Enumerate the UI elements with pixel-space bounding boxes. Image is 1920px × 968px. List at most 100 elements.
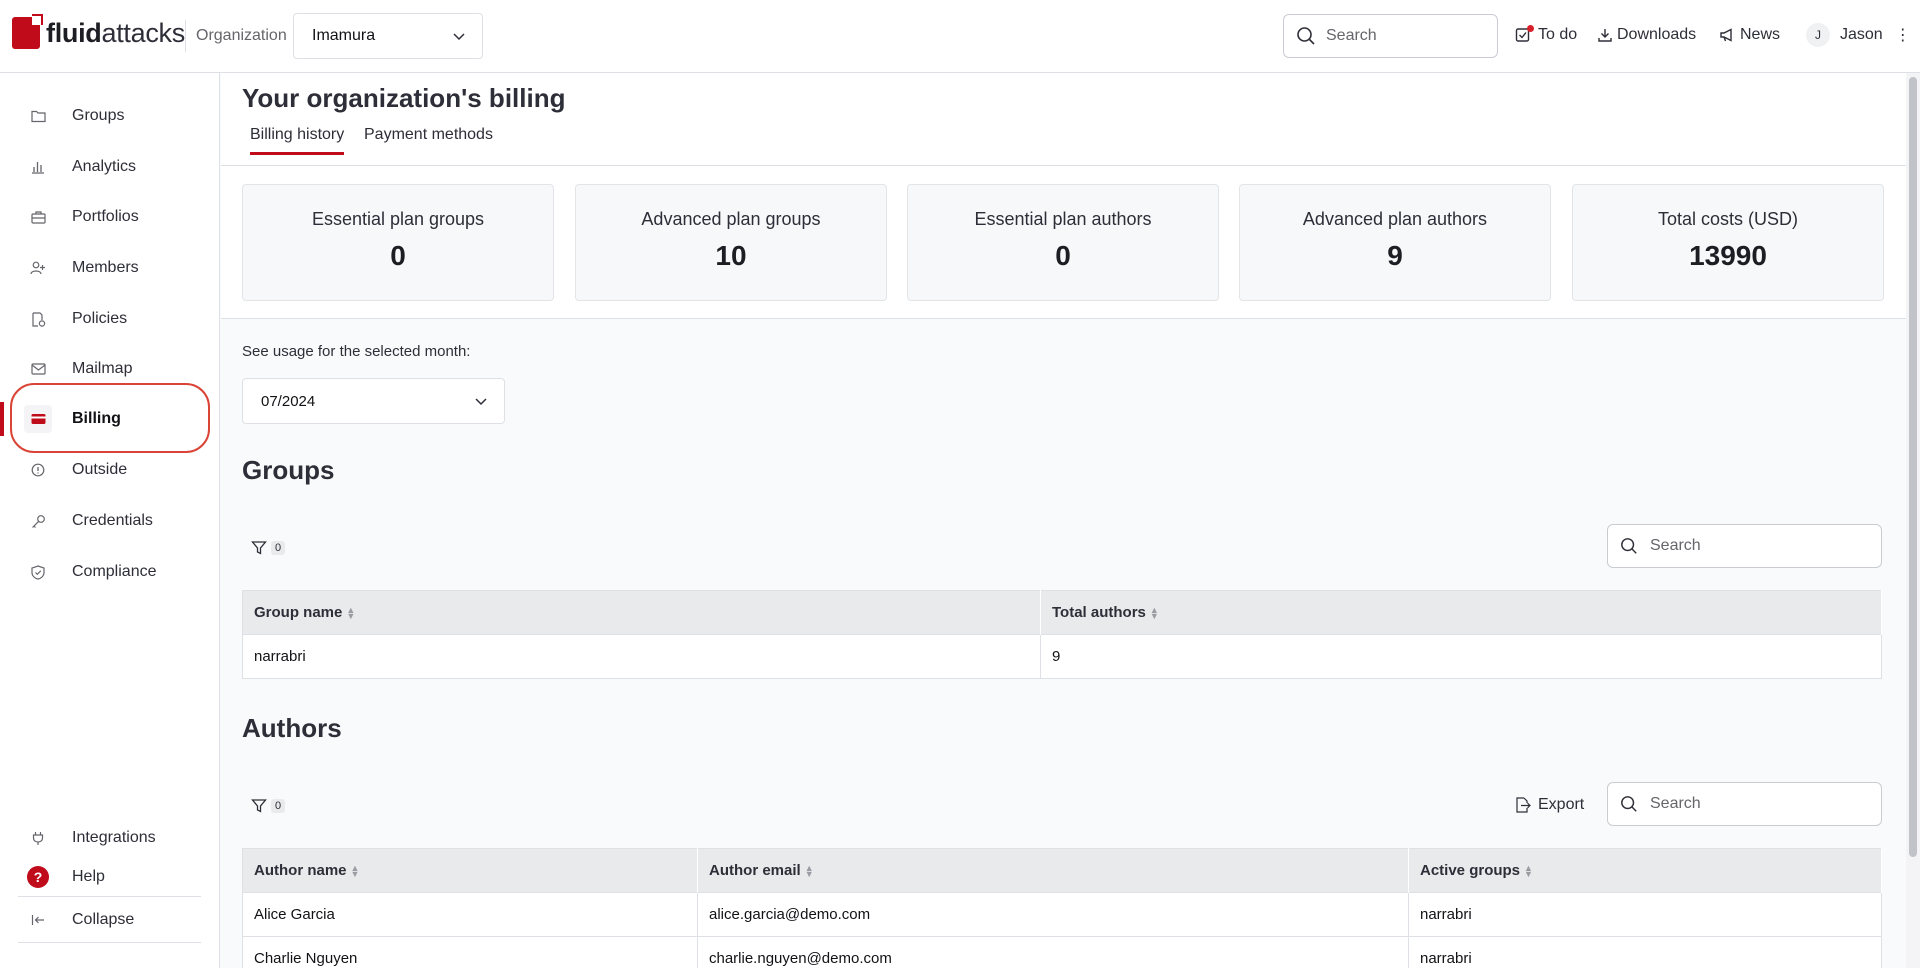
organization-select[interactable]: Imamura <box>293 13 483 59</box>
chevron-down-icon <box>453 33 465 41</box>
briefcase-icon <box>24 203 52 231</box>
sidebar-item-portfolios[interactable]: Portfolios <box>24 200 204 234</box>
info-icon <box>24 456 52 484</box>
top-bar: fluidattacks Organization Imamura Search… <box>0 0 1920 73</box>
usage-month-value: 07/2024 <box>261 392 316 410</box>
sidebar-item-mailmap[interactable]: Mailmap <box>24 352 204 386</box>
organization-label: Organization <box>196 27 287 44</box>
cell-author-name: Alice Garcia <box>242 892 698 937</box>
stat-label: Total costs (USD) <box>1657 209 1799 229</box>
main-scrollbar[interactable] <box>1906 73 1920 968</box>
authors-search-input[interactable]: Search <box>1607 782 1882 826</box>
sidebar-item-label: Help <box>72 868 105 885</box>
authors-section-title: Authors <box>242 713 342 743</box>
sidebar-item-label: Outside <box>72 461 128 478</box>
megaphone-icon <box>1720 28 1732 42</box>
divider <box>18 942 201 943</box>
authors-filter-button[interactable]: 0 <box>251 798 286 814</box>
cell-total-authors: 9 <box>1040 634 1882 679</box>
sort-icon[interactable]: ▲ ▼ <box>351 864 360 879</box>
main-content: Your organization's billing Billing hist… <box>221 73 1906 968</box>
plug-icon <box>24 824 52 852</box>
usage-month-select[interactable]: 07/2024 <box>242 378 505 424</box>
brand-name-rest: attacks <box>101 17 185 48</box>
tab-billing-history[interactable]: Billing history <box>250 126 345 155</box>
groups-search-input[interactable]: Search <box>1607 524 1882 568</box>
sidebar-item-billing[interactable]: Billing <box>24 402 204 436</box>
stat-value: 0 <box>390 240 406 271</box>
stat-label: Essential plan authors <box>974 209 1152 229</box>
sidebar-item-label: Collapse <box>72 911 135 928</box>
search-icon <box>1621 796 1637 812</box>
sidebar-item-label: Members <box>72 259 139 276</box>
column-header-total-authors[interactable]: Total authors ▲ ▼ <box>1040 590 1882 635</box>
cell-author-email: charlie.nguyen@demo.com <box>697 936 1409 968</box>
sidebar-item-members[interactable]: Members <box>24 251 204 285</box>
downloads-button[interactable]: Downloads <box>1597 26 1696 44</box>
collapse-icon <box>24 906 52 934</box>
column-header-author-name[interactable]: Author name ▲ ▼ <box>242 848 698 893</box>
organization-selected-value: Imamura <box>312 27 376 44</box>
column-header-author-email[interactable]: Author email ▲ ▼ <box>697 848 1409 893</box>
fluidattacks-logo[interactable]: fluidattacks <box>12 14 185 49</box>
logo-mark-icon <box>12 14 43 49</box>
column-header-active-groups[interactable]: Active groups ▲ ▼ <box>1408 848 1882 893</box>
stat-card-advanced-authors: Advanced plan authors 9 <box>1239 184 1551 301</box>
global-search-input[interactable]: Search <box>1283 14 1498 58</box>
user-menu[interactable]: J Jason ⋮ <box>1806 23 1911 47</box>
groups-filter-button[interactable]: 0 <box>251 540 286 556</box>
export-icon <box>1516 797 1531 813</box>
sidebar-item-policies[interactable]: Policies <box>24 302 204 336</box>
table-header-row: Group name ▲ ▼ Total authors ▲ ▼ <box>242 590 1882 635</box>
credit-card-icon <box>24 405 52 433</box>
stat-value: 9 <box>1387 240 1403 271</box>
sidebar-item-label: Integrations <box>72 829 156 846</box>
user-name: Jason <box>1840 26 1883 43</box>
sort-icon[interactable]: ▲ ▼ <box>1524 864 1533 879</box>
news-button[interactable]: News <box>1719 26 1780 44</box>
sidebar-item-label: Policies <box>72 310 128 327</box>
stat-card-total-costs: Total costs (USD) 13990 <box>1572 184 1884 301</box>
cell-active-groups: narrabri <box>1408 936 1882 968</box>
divider <box>18 896 201 897</box>
export-label: Export <box>1538 796 1585 813</box>
key-icon <box>24 507 52 535</box>
chart-icon <box>24 153 52 181</box>
table-row[interactable]: Charlie Nguyen charlie.nguyen@demo.com n… <box>242 936 1882 968</box>
todo-button[interactable]: To do <box>1515 25 1578 44</box>
cell-author-name: Charlie Nguyen <box>242 936 698 968</box>
todo-label: To do <box>1538 26 1578 43</box>
sidebar-item-groups[interactable]: Groups <box>24 99 204 133</box>
search-icon <box>1297 27 1315 45</box>
scrollbar-thumb[interactable] <box>1909 77 1917 857</box>
kebab-menu-icon[interactable]: ⋮ <box>1895 25 1911 45</box>
column-header-group-name[interactable]: Group name ▲ ▼ <box>242 590 1041 635</box>
sidebar-item-help[interactable]: ? Help <box>24 860 204 894</box>
stat-card-advanced-groups: Advanced plan groups 10 <box>575 184 887 301</box>
stats-panel: Essential plan groups 0 Advanced plan gr… <box>221 166 1906 319</box>
sort-icon[interactable]: ▲ ▼ <box>1150 606 1159 621</box>
sidebar-item-compliance[interactable]: Compliance <box>24 555 204 589</box>
todo-icon <box>1515 25 1535 43</box>
sidebar-item-integrations[interactable]: Integrations <box>24 821 204 855</box>
active-indicator <box>0 402 4 436</box>
table-row[interactable]: narrabri 9 <box>242 634 1882 679</box>
sidebar-item-analytics[interactable]: Analytics <box>24 150 204 184</box>
collapse-sidebar-button[interactable]: Collapse <box>24 903 204 937</box>
filter-icon <box>251 799 267 813</box>
page-header: Your organization's billing Billing hist… <box>221 73 1906 166</box>
sort-icon[interactable]: ▲ ▼ <box>346 606 355 621</box>
table-row[interactable]: Alice Garcia alice.garcia@demo.com narra… <box>242 892 1882 937</box>
sidebar-item-outside[interactable]: Outside <box>24 453 204 487</box>
download-icon <box>1598 29 1612 42</box>
stat-value: 13990 <box>1689 240 1767 271</box>
sidebar-item-credentials[interactable]: Credentials <box>24 504 204 538</box>
sidebar-item-label: Groups <box>72 107 125 124</box>
export-button[interactable]: Export <box>1514 796 1584 814</box>
brand-name-bold: fluid <box>46 17 102 48</box>
policy-icon <box>24 305 52 333</box>
sort-icon[interactable]: ▲ ▼ <box>805 864 814 879</box>
shield-check-icon <box>24 558 52 586</box>
tab-payment-methods[interactable]: Payment methods <box>364 126 493 144</box>
news-label: News <box>1740 26 1781 43</box>
